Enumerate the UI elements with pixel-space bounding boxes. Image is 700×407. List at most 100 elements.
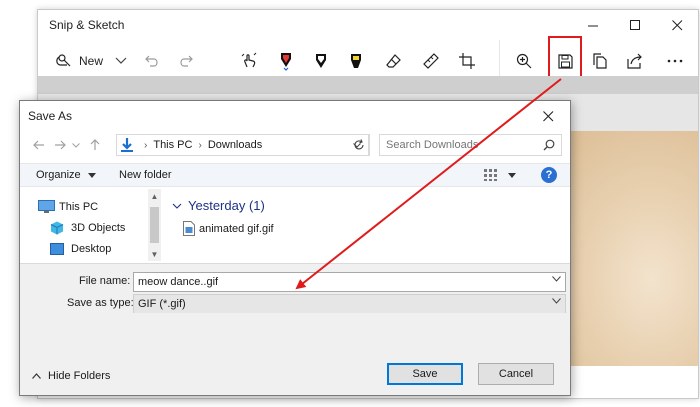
caret-down-icon [508, 172, 516, 178]
new-folder-button[interactable]: New folder [119, 169, 172, 181]
cancel-button[interactable]: Cancel [478, 363, 554, 385]
undo-button[interactable] [142, 45, 162, 77]
maximize-button[interactable] [612, 10, 658, 40]
back-button[interactable] [30, 136, 48, 154]
help-button[interactable]: ? [541, 167, 557, 183]
refresh-button[interactable] [348, 134, 370, 156]
gif-file-icon [183, 221, 195, 236]
crop-icon [459, 53, 475, 69]
change-view-button[interactable] [483, 168, 516, 182]
breadcrumb-separator-icon: › [198, 139, 202, 151]
tree-item-this-pc[interactable]: This PC [38, 198, 98, 216]
save-button[interactable]: Save [387, 363, 463, 385]
view-details-icon [484, 169, 497, 181]
ruler-icon [423, 53, 439, 69]
new-snip-icon [56, 54, 71, 67]
redo-icon [180, 55, 193, 67]
dialog-title: Save As [28, 109, 73, 123]
snip-window-title: Snip & Sketch [49, 18, 125, 32]
scroll-down-icon[interactable]: ▼ [148, 247, 161, 261]
eraser-button[interactable] [383, 45, 405, 77]
close-icon [671, 19, 682, 30]
chevron-down-icon[interactable] [552, 276, 561, 282]
copy-button[interactable] [588, 45, 612, 77]
cube-icon [50, 221, 68, 235]
close-icon [542, 110, 553, 121]
file-name-input[interactable] [134, 273, 544, 291]
hide-folders-button[interactable]: Hide Folders [32, 370, 110, 382]
computer-icon [38, 200, 56, 214]
search-box[interactable] [379, 134, 562, 156]
eraser-icon [386, 54, 401, 68]
highlighter-icon [351, 54, 361, 68]
file-name-label: animated gif.gif [199, 222, 274, 235]
scroll-up-icon[interactable]: ▲ [148, 189, 161, 203]
recent-locations-button[interactable] [70, 136, 82, 154]
search-icon [543, 139, 555, 154]
file-group-header[interactable]: Yesterday (1) [172, 198, 265, 213]
new-snip-dropdown[interactable] [112, 45, 130, 77]
crop-button[interactable] [456, 45, 478, 77]
save-fields-area: File name: Save as type: GIF (*.gif) [20, 263, 570, 314]
navigation-pane: This PC 3D Objects Desktop [20, 189, 162, 261]
undo-icon [145, 55, 158, 67]
zoom-icon [516, 53, 532, 69]
minimize-icon [587, 25, 598, 26]
up-button[interactable] [86, 136, 104, 154]
highlighter-button[interactable] [345, 45, 367, 77]
copy-icon [593, 53, 607, 69]
hide-folders-label: Hide Folders [48, 370, 111, 382]
desktop-icon [50, 243, 68, 255]
command-bar: Organize New folder ? [20, 163, 570, 187]
breadcrumb-downloads[interactable]: Downloads [208, 139, 262, 151]
canvas-header-strip [38, 76, 698, 94]
group-header-label: Yesterday (1) [188, 198, 265, 213]
ballpoint-pen-button[interactable] [275, 45, 297, 77]
chevron-down-icon [72, 142, 80, 148]
file-name-combobox[interactable] [133, 272, 566, 292]
ruler-button[interactable] [420, 45, 442, 77]
address-bar[interactable]: › This PC › Downloads [116, 134, 369, 156]
dialog-footer: Hide Folders Save Cancel [20, 313, 570, 395]
more-options-button[interactable] [662, 45, 688, 77]
share-button[interactable] [623, 45, 647, 77]
file-name-label: File name: [79, 275, 131, 287]
save-type-select[interactable]: GIF (*.gif) [133, 294, 566, 314]
save-as-dialog: Save As › This PC › Downloads Search Dow… [19, 100, 571, 396]
file-list-item[interactable]: animated gif.gif [183, 221, 274, 236]
navigation-scrollbar[interactable]: ▲ ▼ [148, 189, 161, 261]
forward-button[interactable] [51, 136, 69, 154]
arrow-right-icon [55, 140, 66, 150]
tree-item-3d-objects[interactable]: 3D Objects [50, 219, 125, 237]
pencil-button[interactable] [310, 45, 332, 77]
tree-item-desktop[interactable]: Desktop [50, 240, 111, 258]
save-type-label: Save as type: [67, 297, 134, 309]
scrollbar-thumb[interactable] [150, 207, 159, 243]
redo-button[interactable] [176, 45, 196, 77]
organize-label: Organize [36, 169, 81, 181]
zoom-button[interactable] [512, 45, 536, 77]
snip-titlebar: Snip & Sketch [38, 10, 698, 40]
maximize-icon [629, 19, 640, 30]
chevron-down-icon [552, 298, 561, 304]
ballpoint-pen-icon [281, 53, 291, 71]
search-input[interactable] [380, 135, 540, 155]
chevron-up-icon [32, 373, 41, 379]
downloads-icon [120, 138, 138, 152]
refresh-icon [354, 139, 364, 150]
caret-down-icon [87, 172, 96, 178]
breadcrumb-this-pc[interactable]: This PC [153, 139, 192, 151]
new-snip-button[interactable]: New [46, 45, 112, 77]
organize-menu-button[interactable]: Organize [36, 169, 96, 181]
tree-item-label: 3D Objects [71, 222, 126, 234]
more-icon [667, 59, 683, 63]
chevron-down-icon [115, 57, 127, 64]
save-type-value: GIF (*.gif) [138, 298, 186, 310]
tree-item-label: Desktop [71, 243, 112, 255]
tree-item-label: This PC [59, 201, 99, 213]
close-window-button[interactable] [654, 10, 698, 40]
pencil-icon [316, 54, 326, 68]
dialog-close-button[interactable] [526, 101, 570, 131]
touch-writing-button[interactable] [238, 45, 260, 77]
chevron-down-icon [172, 203, 182, 209]
